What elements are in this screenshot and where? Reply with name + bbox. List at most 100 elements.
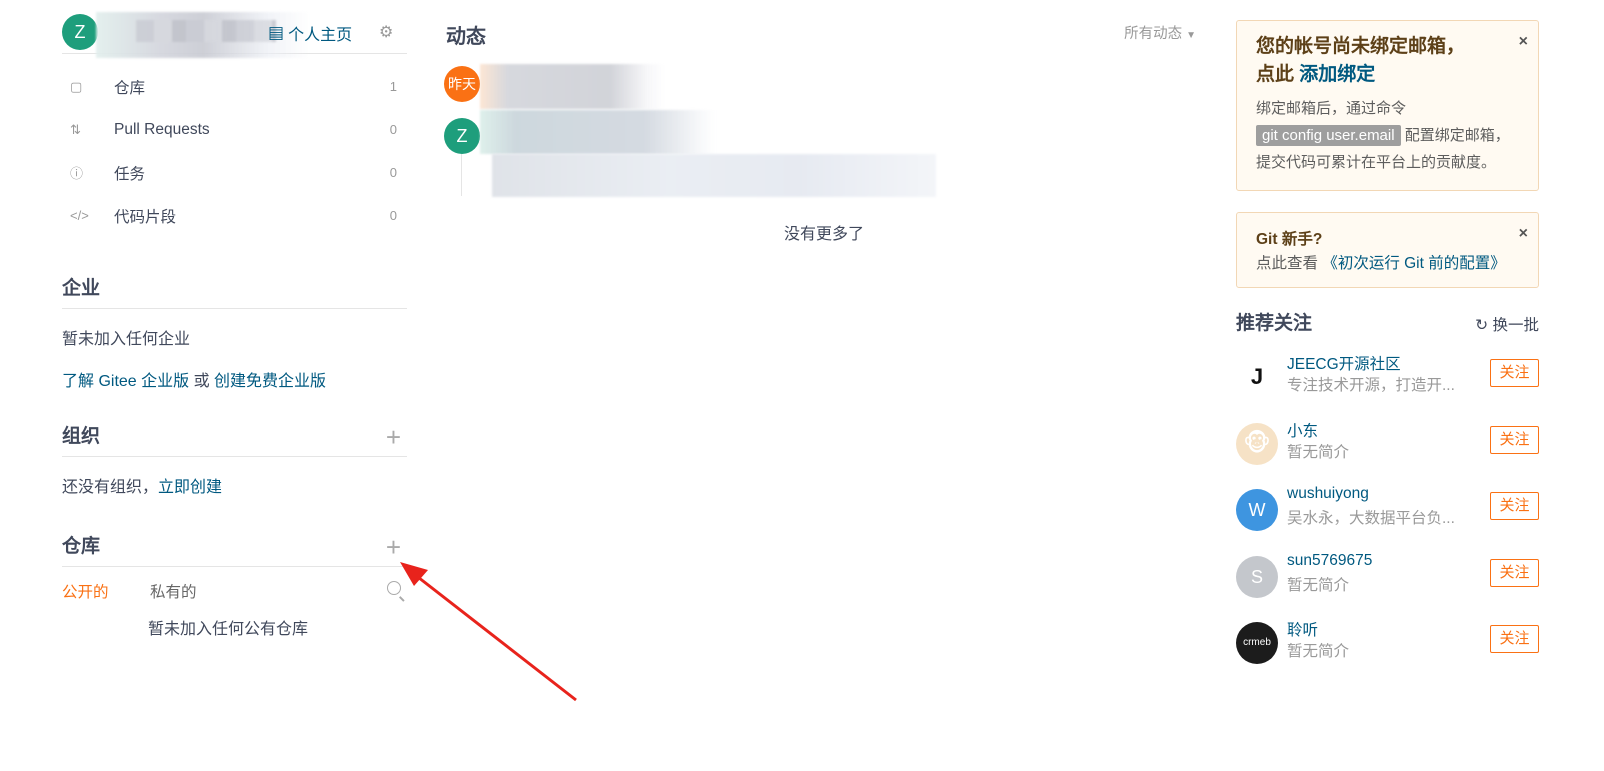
profile-nav: ▢ 仓库 1 ⇅ Pull Requests 0 ⓘ 任务 0 </> 代码片段… [62,54,407,237]
follow-button[interactable]: 关注 [1490,425,1539,454]
redacted-activity [480,64,666,109]
redacted-activity [480,110,715,154]
git-notice-body: 点此查看 《初次运行 Git 前的配置》 [1256,253,1519,275]
feed-filter-label: 所有动态 [1124,26,1183,42]
follow-button[interactable]: 关注 [1490,359,1539,387]
recommend-list: J JEECG开源社区 专注技术开源，打造开... 关注 🐵 小东 暂无简介 关… [1236,350,1539,683]
activity-user-avatar[interactable]: Z [444,118,480,154]
enterprise-links: 了解 Gitee 企业版 或 创建免费企业版 [62,367,407,391]
git-command-code: git config user.email [1256,125,1401,146]
organization-empty: 还没有组织，立即创建 [62,473,407,497]
avatar[interactable]: W [1236,489,1278,532]
git-first-run-link[interactable]: 《初次运行 Git 前的配置》 [1322,255,1505,272]
email-notice-body: 绑定邮箱后，通过命令 git config user.email 配置绑定邮箱，… [1256,95,1519,176]
feed-title: 动态 [446,26,486,48]
nav-label: 代码片段 [114,208,177,226]
follow-button[interactable]: 关注 [1490,492,1539,521]
user-desc: 暂无简介 [1287,576,1350,594]
timeline-line [461,154,462,196]
repositories-section: 仓库 + 公开的 私有的 暂未加入任何公有仓库 [62,527,407,639]
nav-item-pull-requests[interactable]: ⇅ Pull Requests 0 [62,108,407,151]
user-desc: 暂无简介 [1287,643,1350,661]
nav-item-issues[interactable]: ⓘ 任务 0 [62,151,407,194]
tab-private[interactable]: 私有的 [150,580,197,602]
profile-card-icon: ▤ [268,23,285,42]
list-item: J JEECG开源社区 专注技术开源，打造开... 关注 [1236,350,1539,417]
add-email-link[interactable]: 添加绑定 [1299,64,1375,85]
git-beginner-notice: × Git 新手? 点此查看 《初次运行 Git 前的配置》 [1236,212,1539,288]
email-notice: × 您的帐号尚未绑定邮箱， 点此 添加绑定 绑定邮箱后，通过命令 git con… [1236,20,1539,191]
enterprise-empty-text: 暂未加入任何企业 [62,331,191,348]
avatar[interactable]: J [1236,356,1278,398]
homepage-link[interactable]: ▤ 个人主页 [268,21,352,45]
create-organization-link[interactable]: 立即创建 [158,479,222,496]
user-name-link[interactable]: 聆听 [1287,618,1318,640]
email-notice-title-line1: 您的帐号尚未绑定邮箱， [1256,36,1466,57]
left-sidebar: Z ▤ 个人主页 ⚙ ▢ 仓库 1 ⇅ Pull Requests 0 ⓘ 任务… [62,0,407,639]
refresh-label: 换一批 [1492,317,1539,334]
repositories-empty-text: 暂未加入任何公有仓库 [148,621,309,638]
repositories-title: 仓库 [62,536,101,557]
user-avatar[interactable]: Z [62,14,98,50]
enterprise-title: 企业 [62,269,407,309]
user-name-link[interactable]: 小东 [1287,419,1318,441]
avatar[interactable]: crmeb [1236,622,1278,665]
close-icon[interactable]: × [1519,33,1528,51]
refresh-button[interactable]: ↻ 换一批 [1475,313,1539,335]
organization-title: 组织 [62,426,101,447]
gear-icon[interactable]: ⚙ [379,22,393,42]
user-desc: 专注技术开源，打造开... [1287,377,1455,394]
close-icon[interactable]: × [1519,225,1528,243]
nav-label: Pull Requests [114,120,210,138]
activity-feed: 动态 所有动态 ▼ 昨天 Z 没有更多了 [444,0,1204,771]
date-badge: 昨天 [444,66,480,102]
nav-item-snippets[interactable]: </> 代码片段 0 [62,194,407,237]
follow-button[interactable]: 关注 [1490,558,1539,587]
user-name-link[interactable]: wushuiyong [1287,485,1369,503]
email-notice-title: 您的帐号尚未绑定邮箱， 点此 添加绑定 [1256,33,1519,89]
caret-down-icon: ▼ [1186,30,1196,41]
feed-filter-dropdown[interactable]: 所有动态 ▼ [1124,22,1196,43]
email-notice-prefix: 点此 [1256,64,1300,85]
repositories-header: 仓库 + [62,527,407,567]
organization-section: 组织 + 还没有组织，立即创建 [62,417,407,497]
no-more-text: 没有更多了 [784,226,865,243]
learn-enterprise-link[interactable]: 了解 Gitee 企业版 [62,373,189,390]
user-desc: 暂无简介 [1287,443,1350,461]
avatar[interactable]: S [1236,555,1278,598]
nav-item-repos[interactable]: ▢ 仓库 1 [62,65,407,108]
right-sidebar: × 您的帐号尚未绑定邮箱， 点此 添加绑定 绑定邮箱后，通过命令 git con… [1236,20,1539,683]
organization-header: 组织 + [62,417,407,457]
create-enterprise-link[interactable]: 创建免费企业版 [214,373,326,390]
user-desc: 吴水永，大数据平台负... [1287,510,1455,528]
nav-label: 仓库 [114,79,146,97]
git-notice-title: Git 新手? [1256,231,1323,248]
repository-tabs: 公开的 私有的 [62,567,407,615]
or-text: 或 [189,373,215,390]
recommend-title: 推荐关注 [1236,313,1313,334]
user-header: Z ▤ 个人主页 ⚙ [62,0,407,58]
email-notice-body-prefix: 绑定邮箱后，通过命令 [1256,100,1407,117]
user-name-link[interactable]: sun5769675 [1287,552,1372,570]
follow-button[interactable]: 关注 [1490,625,1539,654]
nav-label: 任务 [114,165,146,183]
repo-icon: ▢ [70,78,83,94]
refresh-icon: ↻ [1475,317,1489,334]
tab-public[interactable]: 公开的 [62,580,150,602]
redacted-activity [492,154,936,197]
user-name-link[interactable]: JEECG开源社区 [1287,352,1401,374]
recommend-header: 推荐关注 ↻ 换一批 [1236,308,1539,340]
nav-count: 0 [389,122,397,137]
list-item: crmeb 聆听 暂无简介 关注 [1236,616,1539,683]
add-organization-icon[interactable]: + [386,417,401,457]
git-notice-prefix: 点此查看 [1256,255,1323,272]
nav-count: 0 [389,165,397,180]
avatar[interactable]: 🐵 [1236,422,1278,465]
email-notice-title-line2: 点此 添加绑定 [1256,61,1519,89]
nav-count: 1 [389,79,397,94]
list-item: 🐵 小东 暂无简介 关注 [1236,417,1539,484]
code-snippet-icon: </> [70,208,89,223]
organization-empty-text: 还没有组织， [62,479,159,496]
list-item: W wushuiyong 吴水永，大数据平台负... 关注 [1236,483,1539,550]
homepage-label: 个人主页 [288,27,353,44]
